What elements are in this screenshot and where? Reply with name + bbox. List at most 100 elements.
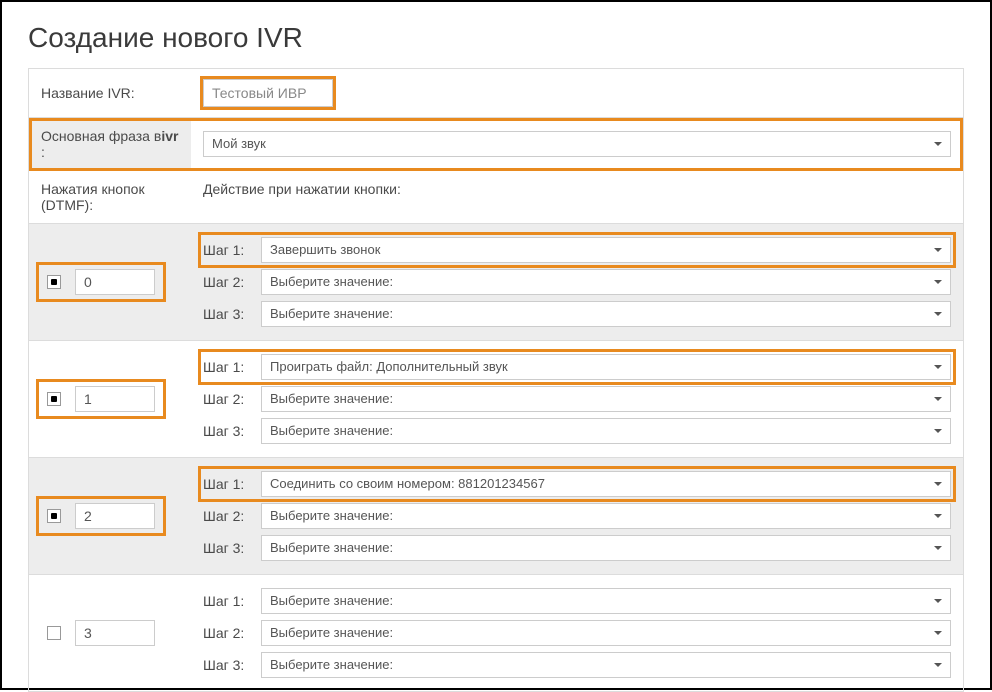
label-main-phrase: Основная фраза в ivr :	[29, 118, 191, 170]
step-select[interactable]: Выберите значение:	[261, 652, 951, 678]
step-select-value: Выберите значение:	[270, 539, 393, 557]
dtmf-left-cell	[29, 341, 191, 457]
dtmf-digit-input[interactable]	[75, 620, 155, 646]
ivr-name-input[interactable]	[203, 79, 333, 107]
page-title: Создание нового IVR	[28, 22, 964, 54]
dtmf-left-cell	[29, 224, 191, 340]
dtmf-row: Шаг 1: Проиграть файл: Дополнительный зву…	[29, 341, 963, 458]
chevron-down-icon	[934, 365, 942, 369]
chevron-down-icon	[934, 248, 942, 252]
step-select-value: Выберите значение:	[270, 624, 393, 642]
row-dtmf-header: Нажатия кнопок (DTMF): Действие при нажа…	[29, 171, 963, 224]
step-select-value: Завершить звонок	[270, 241, 380, 259]
dtmf-enable-group	[39, 499, 163, 533]
step-line: Шаг 2: Выберите значение:	[203, 386, 951, 412]
step-select-value: Выберите значение:	[270, 305, 393, 323]
step-label: Шаг 3:	[203, 306, 253, 322]
chevron-down-icon	[934, 429, 942, 433]
chevron-down-icon	[934, 599, 942, 603]
dtmf-left-cell	[29, 575, 191, 691]
step-line: Шаг 2: Выберите значение:	[203, 269, 951, 295]
step-select[interactable]: Выберите значение:	[261, 269, 951, 295]
dtmf-steps-cell: Шаг 1: Завершить звонок Шаг 2: Выберите зна…	[191, 224, 963, 340]
step-label: Шаг 3:	[203, 540, 253, 556]
step-label: Шаг 2:	[203, 391, 253, 407]
step-line: Шаг 3: Выберите значение:	[203, 301, 951, 327]
step-select[interactable]: Выберите значение:	[261, 535, 951, 561]
step-select-value: Выберите значение:	[270, 507, 393, 525]
step-select[interactable]: Соединить со своим номером: 881201234567	[261, 471, 951, 497]
step-label: Шаг 3:	[203, 657, 253, 673]
dtmf-left-cell	[29, 458, 191, 574]
dtmf-enable-group	[39, 382, 163, 416]
step-select[interactable]: Выберите значение:	[261, 418, 951, 444]
dtmf-enable-checkbox[interactable]	[47, 626, 61, 640]
step-select-value: Соединить со своим номером: 881201234567	[270, 475, 545, 493]
step-label: Шаг 1:	[203, 593, 253, 609]
dtmf-row: Шаг 1: Завершить звонок Шаг 2: Выберите зна…	[29, 224, 963, 341]
step-select[interactable]: Выберите значение:	[261, 301, 951, 327]
step-select[interactable]: Выберите значение:	[261, 503, 951, 529]
step-label: Шаг 3:	[203, 423, 253, 439]
dtmf-enable-group	[39, 616, 163, 650]
chevron-down-icon	[934, 546, 942, 550]
dtmf-enable-checkbox[interactable]	[47, 509, 61, 523]
dtmf-steps-cell: Шаг 1: Соединить со своим номером: 881201…	[191, 458, 963, 574]
step-line: Шаг 1: Выберите значение:	[203, 588, 951, 614]
label-main-phrase-text: Основная фраза в	[41, 128, 161, 144]
dtmf-digit-input[interactable]	[75, 269, 155, 295]
chevron-down-icon	[934, 397, 942, 401]
chevron-down-icon	[934, 482, 942, 486]
step-select-value: Выберите значение:	[270, 592, 393, 610]
step-label: Шаг 2:	[203, 508, 253, 524]
step-select[interactable]: Проиграть файл: Дополнительный звук	[261, 354, 951, 380]
step-select[interactable]: Завершить звонок	[261, 237, 951, 263]
chevron-down-icon	[934, 312, 942, 316]
step-select-value: Проиграть файл: Дополнительный звук	[270, 358, 508, 376]
step-label: Шаг 1:	[203, 242, 253, 258]
dtmf-enable-checkbox[interactable]	[47, 275, 61, 289]
dtmf-digit-input[interactable]	[75, 503, 155, 529]
chevron-down-icon	[934, 280, 942, 284]
step-line: Шаг 1: Соединить со своим номером: 881201…	[203, 471, 951, 497]
step-line: Шаг 3: Выберите значение:	[203, 535, 951, 561]
row-main-phrase: Основная фраза в ivr : Мой звук	[29, 118, 963, 171]
ivr-form: Название IVR: Основная фраза в ivr : Мой…	[28, 68, 964, 692]
step-label: Шаг 1:	[203, 476, 253, 492]
label-main-phrase-bold: ivr	[161, 128, 178, 144]
step-label: Шаг 2:	[203, 625, 253, 641]
step-line: Шаг 3: Выберите значение:	[203, 652, 951, 678]
main-phrase-value: Мой звук	[212, 135, 266, 153]
dtmf-enable-checkbox[interactable]	[47, 392, 61, 406]
step-label: Шаг 2:	[203, 274, 253, 290]
step-select-value: Выберите значение:	[270, 656, 393, 674]
dtmf-row: Шаг 1: Соединить со своим номером: 881201…	[29, 458, 963, 575]
chevron-down-icon	[934, 142, 942, 146]
dtmf-digit-input[interactable]	[75, 386, 155, 412]
step-select-value: Выберите значение:	[270, 273, 393, 291]
label-ivr-name: Название IVR:	[29, 69, 191, 117]
step-select[interactable]: Выберите значение:	[261, 386, 951, 412]
step-label: Шаг 1:	[203, 359, 253, 375]
step-line: Шаг 2: Выберите значение:	[203, 503, 951, 529]
dtmf-row: Шаг 1: Выберите значение: Шаг 2: Выберите з…	[29, 575, 963, 692]
dtmf-enable-group	[39, 265, 163, 299]
step-line: Шаг 1: Проиграть файл: Дополнительный зву…	[203, 354, 951, 380]
chevron-down-icon	[934, 663, 942, 667]
chevron-down-icon	[934, 514, 942, 518]
chevron-down-icon	[934, 631, 942, 635]
row-ivr-name: Название IVR:	[29, 69, 963, 118]
label-dtmf: Нажатия кнопок (DTMF):	[29, 171, 191, 223]
step-select[interactable]: Выберите значение:	[261, 620, 951, 646]
main-phrase-select[interactable]: Мой звук	[203, 131, 951, 157]
step-select-value: Выберите значение:	[270, 422, 393, 440]
step-select-value: Выберите значение:	[270, 390, 393, 408]
dtmf-steps-cell: Шаг 1: Проиграть файл: Дополнительный зву…	[191, 341, 963, 457]
dtmf-steps-cell: Шаг 1: Выберите значение: Шаг 2: Выберите з…	[191, 575, 963, 691]
step-select[interactable]: Выберите значение:	[261, 588, 951, 614]
step-line: Шаг 3: Выберите значение:	[203, 418, 951, 444]
label-action: Действие при нажатии кнопки:	[203, 181, 401, 197]
label-main-phrase-suffix: :	[41, 144, 45, 160]
step-line: Шаг 1: Завершить звонок	[203, 237, 951, 263]
step-line: Шаг 2: Выберите значение:	[203, 620, 951, 646]
